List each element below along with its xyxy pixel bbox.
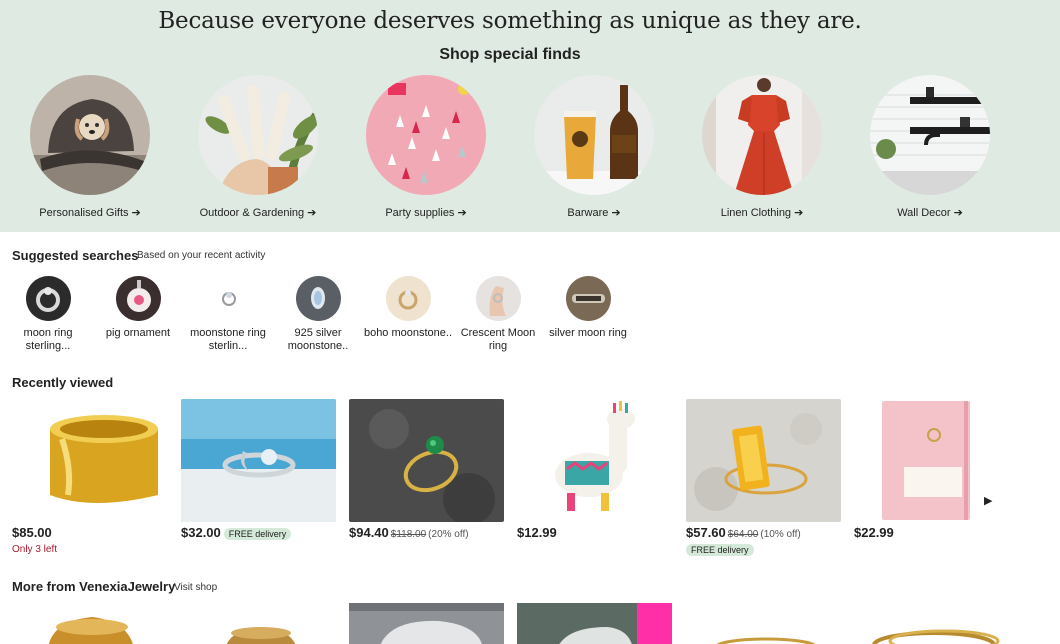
product-price: $94.40 [349, 525, 389, 540]
arrow-right-icon: ➔ [953, 207, 963, 219]
search-label: Crescent Moon ring [460, 327, 536, 352]
product-card[interactable]: $94.40 $118.00 (20% off) [349, 399, 504, 540]
search-thumbnail [565, 276, 611, 321]
search-label: 925 silver moonstone.. [287, 327, 349, 352]
arrow-right-icon: ➔ [307, 207, 317, 219]
arrow-right-icon: ➔ [131, 207, 141, 219]
search-label: moonstone ring sterlin... [190, 327, 266, 352]
category-wall-decor[interactable]: Wall Decor ➔ [855, 75, 1005, 219]
category-label: Wall Decor [897, 207, 951, 219]
suggested-searches-note: Based on your recent activity [137, 250, 266, 261]
hero-banner: Because everyone deserves something as u… [0, 0, 1060, 232]
original-price: $118.00 [390, 529, 427, 540]
shop-product-card[interactable] [686, 603, 841, 644]
visit-shop-link[interactable]: Visit shop [174, 582, 217, 593]
product-image [686, 399, 841, 522]
search-label: boho moonstone.. [363, 327, 453, 339]
category-outdoor-gardening[interactable]: Outdoor & Gardening ➔ [183, 75, 333, 219]
product-image [517, 399, 672, 522]
search-thumbnail [25, 276, 71, 321]
search-thumbnail [475, 276, 521, 321]
category-image [870, 75, 990, 195]
product-image [854, 399, 974, 522]
category-label: Party supplies [385, 207, 455, 219]
search-label: pig ornament [105, 327, 171, 339]
product-image [12, 399, 167, 522]
search-thumbnail [385, 276, 431, 321]
category-image [702, 75, 822, 195]
category-image [30, 75, 150, 195]
category-linen-clothing[interactable]: Linen Clothing ➔ [687, 75, 837, 219]
search-thumbnail [115, 276, 161, 321]
suggested-search-item[interactable]: moonstone ring sterlin... [183, 276, 273, 353]
product-price: $57.60 [686, 525, 726, 540]
hero-title: Because everyone deserves something as u… [158, 8, 862, 34]
shop-product-card[interactable] [517, 603, 672, 644]
category-image [534, 75, 654, 195]
product-price: $85.00 [12, 525, 52, 540]
arrow-right-icon: ➔ [794, 207, 804, 219]
recently-viewed-title: Recently viewed [12, 375, 114, 390]
discount: (20% off) [428, 529, 469, 540]
discount: (10% off) [760, 529, 801, 540]
caret-right-icon[interactable]: ▶ [984, 494, 992, 507]
stock-warning: Only 3 left [12, 544, 58, 555]
shop-product-card[interactable] [854, 603, 1009, 644]
product-card[interactable]: $12.99 [517, 399, 672, 540]
search-label: moon ring sterling... [23, 327, 73, 352]
product-price: $22.99 [854, 525, 894, 540]
suggested-search-item[interactable]: Crescent Moon ring [453, 276, 543, 353]
suggested-search-item[interactable]: silver moon ring [543, 276, 633, 340]
category-image [198, 75, 318, 195]
product-card[interactable]: $32.00 FREE delivery [181, 399, 336, 540]
suggested-search-item[interactable]: moon ring sterling... [3, 276, 93, 353]
shop-product-card[interactable] [349, 603, 504, 644]
suggested-search-item[interactable]: boho moonstone.. [363, 276, 453, 340]
shop-product-card[interactable] [181, 603, 336, 644]
suggested-searches-title: Suggested searches [12, 248, 139, 263]
product-card[interactable]: $22.99 [854, 399, 974, 540]
search-thumbnail [295, 276, 341, 321]
category-barware[interactable]: Barware ➔ [519, 75, 669, 219]
original-price: $64.00 [727, 529, 759, 540]
category-personalised-gifts[interactable]: Personalised Gifts ➔ [15, 75, 165, 219]
category-label: Personalised Gifts [39, 207, 129, 219]
free-delivery-badge: FREE delivery [686, 543, 754, 556]
category-image [366, 75, 486, 195]
more-from-shop-title: More from VenexiaJewelry [12, 579, 176, 594]
suggested-search-item[interactable]: 925 silver moonstone.. [273, 276, 363, 353]
search-thumbnail [205, 276, 251, 321]
product-price: $32.00 [181, 525, 221, 540]
arrow-right-icon: ➔ [457, 207, 467, 219]
category-label: Outdoor & Gardening [199, 207, 305, 219]
search-label: silver moon ring [549, 327, 627, 339]
product-card[interactable]: $85.00 Only 3 left [12, 399, 167, 555]
arrow-right-icon: ➔ [611, 207, 621, 219]
category-label: Barware [567, 207, 609, 219]
product-image [349, 399, 504, 522]
product-price: $12.99 [517, 525, 557, 540]
suggested-search-item[interactable]: pig ornament [93, 276, 183, 340]
category-label: Linen Clothing [720, 207, 792, 219]
category-party-supplies[interactable]: Party supplies ➔ [351, 75, 501, 219]
shop-product-card[interactable] [12, 603, 167, 644]
product-image [181, 399, 336, 522]
free-delivery-badge: FREE delivery [223, 527, 292, 540]
hero-subtitle: Shop special finds [439, 46, 581, 63]
product-card[interactable]: $57.60 $64.00 (10% off) FREE delivery [686, 399, 841, 558]
